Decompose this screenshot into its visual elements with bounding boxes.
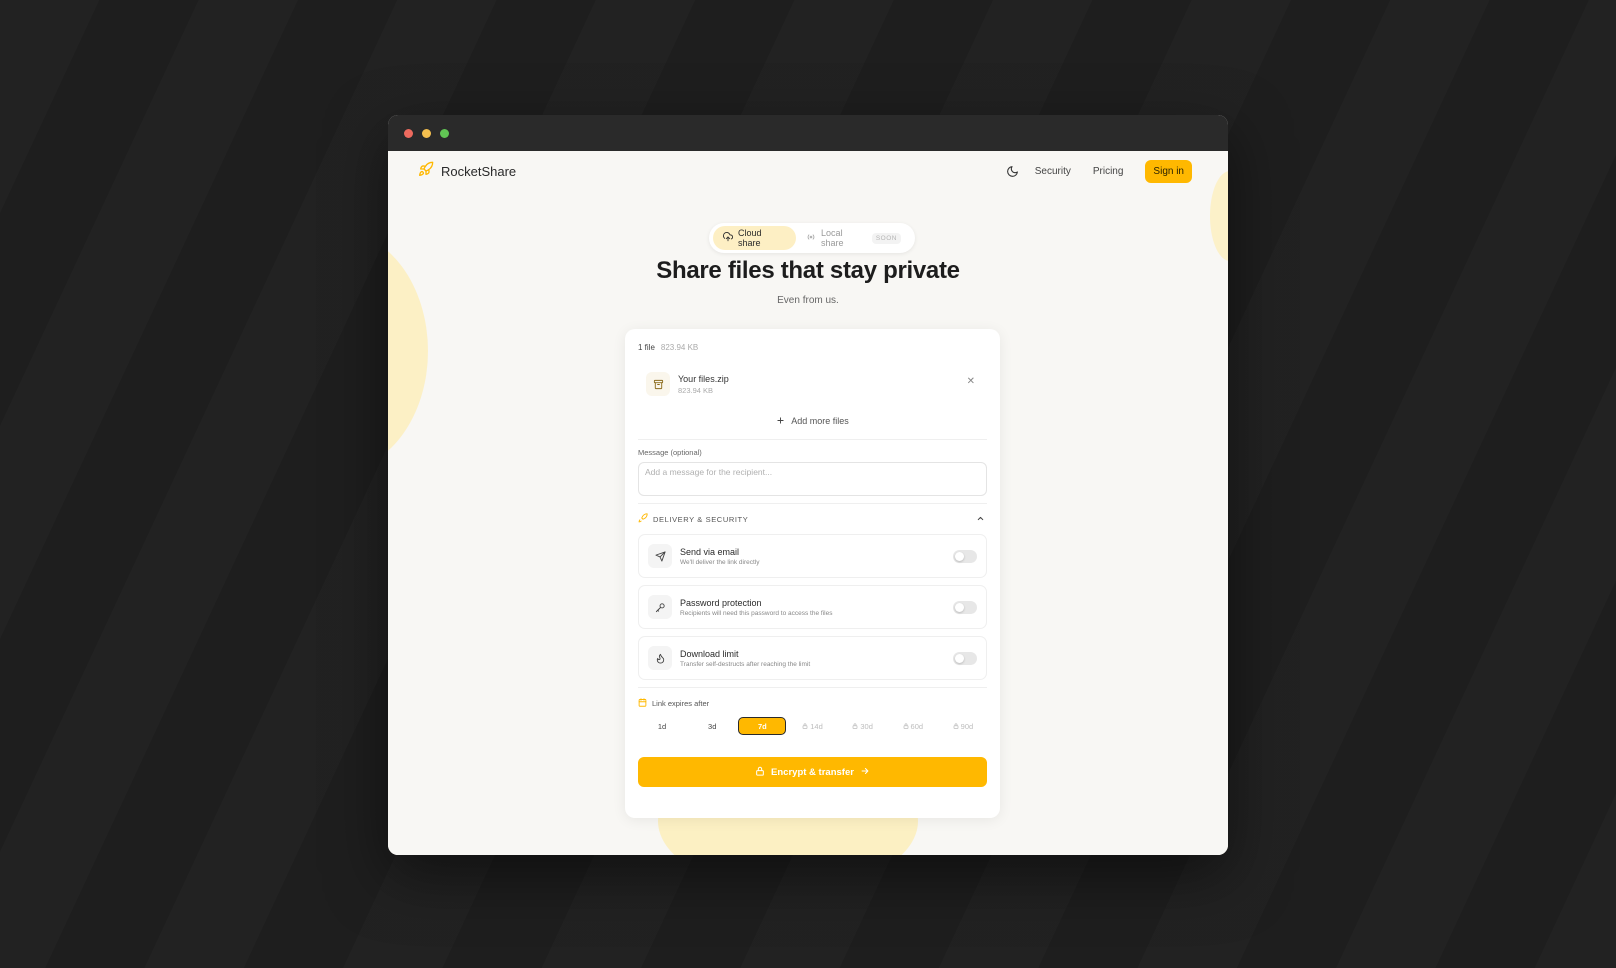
option-subtitle: Recipients will need this password to ac… (680, 609, 833, 617)
chevron-up-icon[interactable] (976, 514, 985, 525)
option-text: Download limit Transfer self-destructs a… (680, 649, 810, 668)
option-text: Password protection Recipients will need… (680, 598, 832, 617)
expiry-option-1d[interactable]: 1d (638, 717, 686, 735)
brand-logo-link[interactable]: RocketShare (418, 161, 516, 182)
download-limit-toggle[interactable] (953, 652, 977, 665)
option-title: Password protection (680, 597, 762, 608)
page-viewport: RocketShare Security Pricing Sign in Clo… (388, 151, 1228, 855)
expiry-option-14d[interactable]: 14d (788, 717, 836, 735)
brand-name: RocketShare (441, 163, 517, 179)
encrypt-transfer-button[interactable]: Encrypt & transfer (638, 757, 987, 787)
tab-local-share[interactable]: Local share SOON (796, 226, 911, 250)
option-title: Send via email (680, 546, 740, 557)
file-size: 823.94 KB (678, 385, 714, 395)
send-via-email-toggle[interactable] (953, 550, 977, 563)
send-icon (648, 544, 672, 568)
message-input[interactable] (638, 462, 987, 496)
expiry-option-60d[interactable]: 60d (889, 717, 937, 735)
expiry-option-label: 3d (708, 721, 717, 731)
lock-icon (953, 722, 959, 731)
lock-icon (755, 766, 765, 779)
add-more-files-label: Add more files (791, 416, 849, 426)
file-count: 1 file (638, 343, 655, 352)
top-nav: RocketShare Security Pricing Sign in (388, 151, 1228, 191)
expiry-option-label: 60d (910, 721, 924, 731)
delivery-security-header[interactable]: DELIVERY & SECURITY (638, 511, 987, 527)
theme-toggle-moon-icon[interactable] (1006, 165, 1019, 178)
total-size: 823.94 KB (660, 343, 699, 352)
add-more-files-button[interactable]: Add more files (638, 410, 987, 432)
expiry-option-label: 14d (810, 721, 823, 731)
soon-badge: SOON (871, 232, 901, 244)
expiry-header: Link expires after (638, 698, 987, 709)
minimize-window-button[interactable] (422, 128, 431, 138)
expiry-option-label: 90d (960, 721, 974, 731)
expiry-option-label: 30d (860, 721, 873, 731)
password-protection-toggle[interactable] (953, 601, 977, 614)
divider (638, 687, 987, 688)
radio-waves-icon (806, 232, 816, 244)
sparkle-rocket-icon (638, 513, 648, 525)
nav-right: Security Pricing Sign in (1006, 159, 1192, 183)
lock-icon (852, 722, 858, 731)
expiry-options: 1d 3d 7d 14d 30d 60d 90d (638, 717, 987, 735)
expiry-option-3d[interactable]: 3d (688, 717, 736, 735)
option-download-limit: Download limit Transfer self-destructs a… (638, 636, 987, 680)
option-subtitle: Transfer self-destructs after reaching t… (680, 660, 811, 668)
rocket-icon (418, 161, 434, 182)
delivery-security-title: DELIVERY & SECURITY (653, 514, 749, 524)
window-titlebar (388, 115, 1228, 151)
close-window-button[interactable] (404, 128, 413, 138)
cloud-upload-icon (722, 231, 734, 244)
file-info: Your files.zip 823.94 KB (678, 374, 729, 395)
share-mode-tabs: Cloud share Local share SOON (709, 223, 915, 253)
option-subtitle: We'll deliver the link directly (680, 558, 760, 566)
tab-cloud-share[interactable]: Cloud share (713, 226, 797, 250)
file-summary: 1 file 823.94 KB (638, 343, 987, 352)
file-item: Your files.zip 823.94 KB ✕ (638, 364, 987, 404)
nav-link-security[interactable]: Security (1035, 166, 1071, 177)
page-subtitle: Even from us. (777, 295, 839, 306)
message-label: Message (optional) (638, 448, 702, 457)
encrypt-transfer-label: Encrypt & transfer (771, 766, 854, 778)
flame-icon (648, 646, 672, 670)
divider (638, 503, 987, 504)
lock-icon (903, 722, 909, 731)
maximize-window-button[interactable] (440, 128, 449, 138)
option-text: Send via email We'll deliver the link di… (680, 547, 760, 566)
lock-icon (802, 722, 808, 731)
file-name: Your files.zip (678, 373, 729, 384)
tab-cloud-share-label: Cloud share (738, 228, 762, 248)
option-password-protection: Password protection Recipients will need… (638, 585, 987, 629)
expiry-option-90d[interactable]: 90d (939, 717, 987, 735)
upload-card: 1 file 823.94 KB Your files.zip 823.94 K… (625, 329, 1000, 818)
expiry-label: Link expires after (652, 699, 710, 708)
sign-in-button[interactable]: Sign in (1145, 159, 1192, 183)
tab-local-share-label: Local share (821, 228, 844, 248)
archive-icon (646, 372, 670, 396)
option-send-via-email: Send via email We'll deliver the link di… (638, 534, 987, 578)
remove-file-close-icon[interactable]: ✕ (967, 376, 975, 387)
nav-link-pricing[interactable]: Pricing (1093, 166, 1124, 177)
option-title: Download limit (680, 648, 739, 659)
expiry-option-7d[interactable]: 7d (738, 717, 787, 735)
expiry-option-label: 1d (657, 721, 667, 731)
arrow-right-icon (860, 766, 870, 779)
expiry-option-30d[interactable]: 30d (839, 717, 887, 735)
key-icon (648, 595, 672, 619)
plus-icon (776, 416, 785, 427)
expiry-option-label: 7d (757, 721, 767, 731)
divider (638, 439, 987, 440)
page-title: Share files that stay private (656, 257, 960, 284)
calendar-icon (638, 698, 647, 709)
browser-window: RocketShare Security Pricing Sign in Clo… (388, 115, 1228, 855)
